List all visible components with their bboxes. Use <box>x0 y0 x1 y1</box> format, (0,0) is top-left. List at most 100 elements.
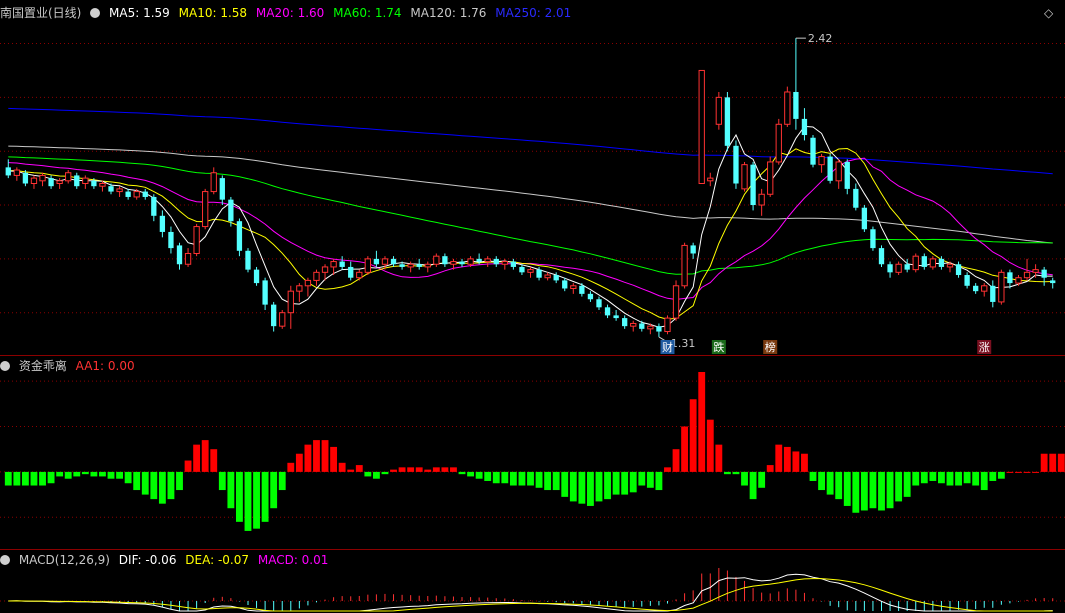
marker-zhang: 涨 <box>979 341 990 354</box>
dif-label: DIF: -0.06 <box>118 553 177 567</box>
flow-bar <box>441 467 449 472</box>
flow-bar <box>604 471 611 500</box>
candle-body <box>562 280 568 289</box>
flow-bar <box>424 469 432 472</box>
candle-body <box>622 318 628 327</box>
macd-label: MACD: 0.01 <box>257 553 329 567</box>
flow-bar <box>569 471 577 502</box>
flow-bar <box>561 471 569 497</box>
flow-bar <box>330 446 338 472</box>
diamond-icon[interactable]: ◇ <box>1044 4 1053 22</box>
candle-body <box>878 248 885 265</box>
candle-body <box>416 264 422 267</box>
settings-dot-icon[interactable] <box>0 361 10 371</box>
candle-body <box>467 258 474 265</box>
candle-body <box>22 172 29 184</box>
flow-bar <box>107 471 115 479</box>
candle-body <box>13 169 20 176</box>
flow-bar <box>552 471 560 491</box>
flow-bar <box>432 467 440 472</box>
settings-dot-icon[interactable] <box>0 555 10 565</box>
marker-bang: 榜 <box>765 340 776 354</box>
candle-body <box>65 172 72 182</box>
settings-dot-icon[interactable] <box>90 8 101 18</box>
flow-bar <box>595 471 603 502</box>
candle-body <box>74 175 80 187</box>
flow-bar <box>372 471 380 479</box>
candle-body <box>493 258 499 265</box>
candle-body <box>91 180 97 187</box>
flow-bar <box>972 471 980 486</box>
candle-body <box>656 326 662 332</box>
dea-line <box>8 578 1053 612</box>
flow-bar <box>938 471 945 484</box>
candle-body <box>364 258 371 273</box>
ma20-label: MA20: 1.60 <box>255 6 325 20</box>
flow-bar <box>304 444 312 472</box>
candle-body <box>844 161 850 189</box>
flow-bar <box>843 471 851 506</box>
flow-bar <box>1040 453 1048 472</box>
flow-bar <box>629 471 637 493</box>
candle-body <box>184 252 192 265</box>
flow-bar <box>766 465 774 472</box>
candle-body <box>142 191 148 197</box>
flow-bar <box>270 471 278 509</box>
flow-bar <box>741 471 748 486</box>
flow-bar <box>244 471 252 531</box>
flow-bar <box>1057 453 1065 472</box>
candle-body <box>715 96 722 125</box>
candle-body <box>938 258 945 267</box>
candle-body <box>228 199 234 222</box>
candle-body <box>5 167 11 176</box>
panel-divider-1 <box>0 355 1065 356</box>
candle-body <box>476 258 482 262</box>
flow-bar <box>638 471 646 486</box>
candle-body <box>1007 272 1013 284</box>
candle-body <box>381 258 389 265</box>
flow-bar <box>801 453 808 472</box>
flow-bar <box>1023 471 1031 473</box>
candle-body <box>287 290 294 314</box>
candle-body <box>964 275 970 286</box>
candle-body <box>544 274 551 279</box>
flow-bar <box>253 471 260 529</box>
candle-body <box>570 285 577 289</box>
candle-body <box>159 215 166 232</box>
flow-title: 资金乖离 <box>18 359 67 373</box>
marker-die: 跌 <box>713 340 724 354</box>
candle-body <box>510 261 517 267</box>
flow-bar <box>792 451 800 472</box>
candle-body <box>613 315 619 319</box>
flow-bar <box>835 471 843 500</box>
ma60-line <box>8 156 1053 275</box>
candle-body <box>304 279 312 287</box>
flow-bar <box>364 471 372 477</box>
flow-bar <box>73 471 81 477</box>
flow-bar <box>141 471 149 495</box>
flow-bar <box>955 471 962 486</box>
candle-body <box>330 261 337 268</box>
candle-body <box>904 264 910 270</box>
high-price-label: 2.42 <box>808 32 833 45</box>
candle-body <box>861 207 868 230</box>
flow-bar <box>47 471 55 484</box>
flow-bar <box>407 467 415 472</box>
candle-body <box>296 285 303 292</box>
candle-body <box>527 269 534 273</box>
candle-body <box>125 191 131 197</box>
flow-bar <box>544 471 552 491</box>
candle-body <box>202 191 209 228</box>
price-chart[interactable]: 2.42 1.31财 跌 榜 涨 <box>0 0 1065 613</box>
ma250-label: MA250: 2.01 <box>495 6 572 20</box>
candle-body <box>48 178 54 187</box>
macd-title: MACD(12,26,9) <box>18 553 110 567</box>
candle-body <box>775 123 782 163</box>
candle-body <box>929 258 937 268</box>
flow-bar <box>689 399 697 472</box>
flow-bar <box>886 471 894 509</box>
flow-value: AA1: 0.00 <box>75 359 135 373</box>
candle-body <box>519 266 525 273</box>
flow-bar <box>860 471 868 511</box>
candle-body <box>801 118 808 136</box>
